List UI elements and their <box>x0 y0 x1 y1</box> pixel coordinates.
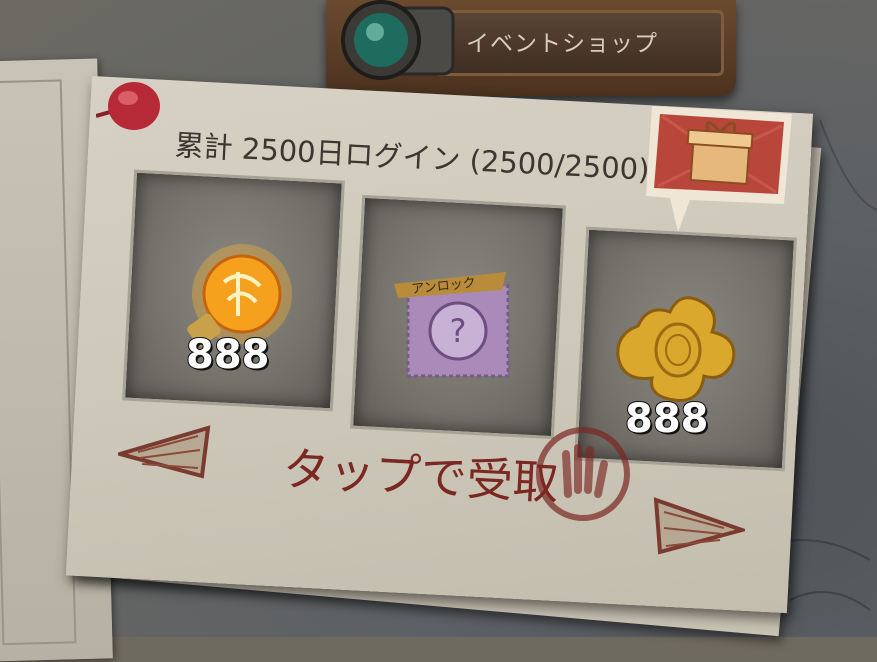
mystery-stamp-icon: ? アンロック <box>394 272 510 378</box>
gift-box-icon[interactable] <box>642 100 802 236</box>
reward-count-1: 888 <box>185 331 270 379</box>
svg-text:?: ? <box>450 312 467 350</box>
telescope-lens-icon <box>341 0 455 80</box>
event-shop-label: イベントショップ <box>466 31 658 57</box>
red-pushpin-icon <box>96 82 160 130</box>
previous-arrow-button[interactable] <box>118 424 213 480</box>
next-arrow-button[interactable] <box>650 496 745 556</box>
